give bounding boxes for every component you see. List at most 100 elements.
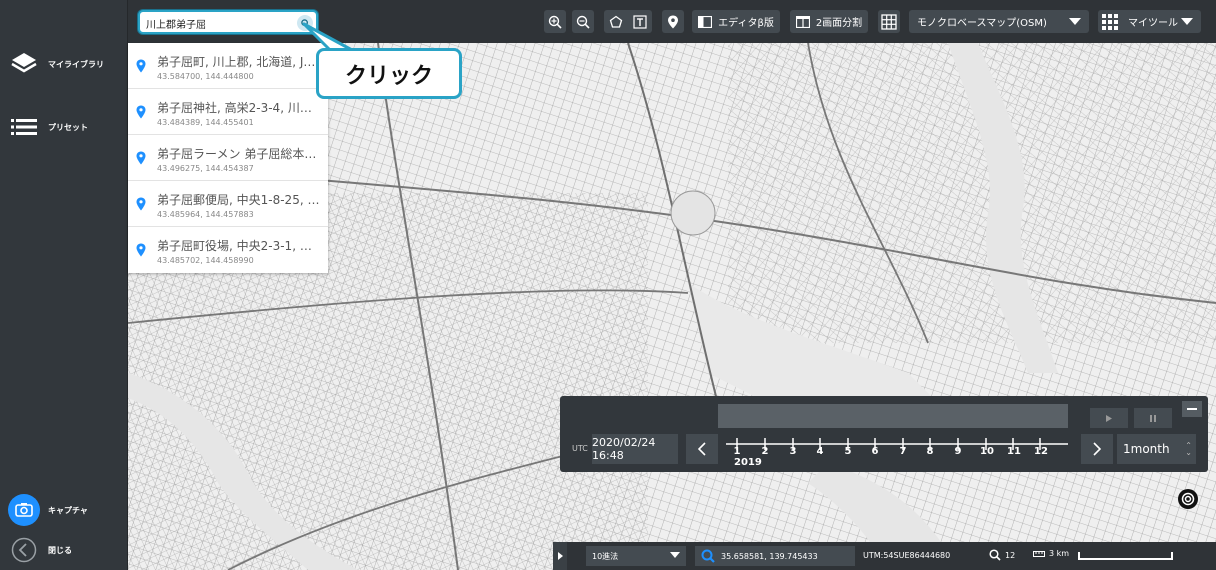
- text-icon: [633, 14, 647, 29]
- spinner-arrows-icon: ⌃ ⌄: [1185, 441, 1192, 457]
- result-coordinates: 43.485964, 144.457883: [157, 210, 254, 219]
- compass-icon: [1181, 492, 1195, 506]
- month-label: 7: [899, 446, 907, 457]
- search-result-item[interactable]: 弟子屈ラーメン 弟子屈総本… 43.496275, 144.454387: [128, 135, 328, 181]
- search-result-item[interactable]: 弟子屈町役場, 中央2-3-1, … 43.485702, 144.458990: [128, 227, 328, 273]
- map-pin-icon: [668, 15, 678, 28]
- map-pin-icon: [136, 151, 146, 165]
- zoom-level: 12: [989, 549, 1015, 561]
- left-sidebar: マイライブラリ プリセット キャプチャ 閉じる: [0, 0, 128, 570]
- minimize-button[interactable]: [1182, 401, 1202, 417]
- split-screen-button[interactable]: 2画面分割: [790, 10, 868, 33]
- search-result-item[interactable]: 弟子屈神社, 高栄2-3-4, 川… 43.484389, 144.455401: [128, 89, 328, 135]
- search-icon: [701, 549, 715, 563]
- sidebar-item-label: プリセット: [48, 122, 88, 132]
- zoom-icon: [989, 549, 1001, 561]
- zoom-out-icon: [576, 15, 590, 29]
- utc-label: UTC: [572, 444, 588, 453]
- coord-format-select[interactable]: 10進法: [586, 546, 686, 566]
- chevron-right-icon: [1093, 442, 1101, 456]
- month-label: 3: [789, 446, 797, 457]
- coord-format-value: 10進法: [592, 551, 619, 561]
- pause-icon: [1150, 414, 1156, 422]
- split-screen-label: 2画面分割: [815, 18, 863, 29]
- coordinate-search[interactable]: 35.658581, 139.745433: [695, 546, 855, 566]
- month-label: 5: [844, 446, 852, 457]
- chevron-left-icon: [698, 442, 706, 456]
- draw-tools-button[interactable]: [604, 10, 652, 33]
- play-button[interactable]: [1090, 408, 1128, 428]
- caret-down-icon: [1181, 18, 1193, 25]
- play-icon: [1106, 414, 1112, 422]
- apps-grid-icon: [1102, 13, 1118, 30]
- statusbar-toggle[interactable]: [553, 542, 567, 570]
- status-bar: 10進法 35.658581, 139.745433 UTM:54SUE8644…: [553, 542, 1216, 570]
- month-label: 12: [1034, 446, 1048, 457]
- map-pin-icon: [136, 105, 146, 119]
- result-name: 弟子屈郵便局, 中央1-8-25, …: [157, 193, 320, 207]
- period-select[interactable]: 1month ⌃ ⌄: [1117, 434, 1196, 464]
- search-result-item[interactable]: 弟子屈町, 川上郡, 北海道, J… 43.584700, 144.444800: [128, 43, 328, 89]
- caret-down-icon: [670, 552, 680, 558]
- month-label: 1: [733, 446, 741, 457]
- coordinates-value: 35.658581, 139.745433: [721, 551, 818, 561]
- datetime-display[interactable]: 2020/02/24 16:48: [592, 434, 678, 464]
- result-coordinates: 43.485702, 144.458990: [157, 256, 254, 265]
- datetime-text: 2020/02/24 16:48: [592, 436, 656, 462]
- sidebar-item-preset[interactable]: プリセット: [0, 107, 128, 147]
- month-label: 8: [926, 446, 934, 457]
- grid-button[interactable]: [878, 10, 900, 33]
- result-coordinates: 43.496275, 144.454387: [157, 164, 254, 173]
- map-pin-icon: [136, 243, 146, 257]
- camera-icon: [0, 494, 48, 526]
- timeline-range-bar[interactable]: [718, 404, 1068, 428]
- chevron-left-icon: [0, 537, 48, 563]
- editor-button[interactable]: エディタβ版: [692, 10, 780, 33]
- minus-icon: [1187, 407, 1197, 410]
- grid-icon: [881, 13, 897, 30]
- compass-button[interactable]: [1178, 489, 1198, 509]
- result-coordinates: 43.584700, 144.444800: [157, 72, 254, 81]
- timeline-prev-button[interactable]: [686, 434, 718, 464]
- scale-bar: [1078, 552, 1173, 560]
- editor-icon: [698, 15, 713, 28]
- sidebar-item-label: マイライブラリ: [48, 59, 104, 69]
- search-input[interactable]: [146, 15, 294, 31]
- sidebar-item-capture[interactable]: キャプチャ: [0, 490, 128, 530]
- year-label: 2019: [734, 457, 762, 468]
- basemap-select[interactable]: モノクロベースマップ(OSM): [909, 10, 1089, 33]
- sidebar-item-close[interactable]: 閉じる: [0, 530, 128, 570]
- map-pin-icon: [136, 197, 146, 211]
- scale-indicator: 3 km: [1033, 549, 1069, 558]
- mytools-button[interactable]: マイツール: [1098, 10, 1201, 33]
- zoom-in-button[interactable]: [544, 10, 566, 33]
- pause-button[interactable]: [1134, 408, 1172, 428]
- month-label: 4: [816, 446, 824, 457]
- layers-icon: [0, 52, 48, 76]
- search-results: 弟子屈町, 川上郡, 北海道, J… 43.584700, 144.444800…: [128, 43, 328, 273]
- utm-value: UTM:54SUE86444680: [863, 551, 951, 560]
- scale-value: 3 km: [1049, 549, 1070, 558]
- map-pin-icon: [136, 59, 146, 73]
- month-label: 9: [954, 446, 962, 457]
- mytools-label: マイツール: [1128, 18, 1178, 29]
- callout-text: クリック: [344, 63, 433, 89]
- marker-button[interactable]: [662, 10, 684, 33]
- result-name: 弟子屈町役場, 中央2-3-1, …: [157, 239, 312, 253]
- sidebar-item-label: キャプチャ: [48, 505, 88, 515]
- period-value: 1month: [1123, 442, 1170, 456]
- search-box: [138, 10, 318, 34]
- sidebar-item-label: 閉じる: [48, 545, 72, 555]
- sidebar-item-library[interactable]: マイライブラリ: [0, 44, 128, 84]
- timeline-next-button[interactable]: [1081, 434, 1113, 464]
- caret-down-icon: [1069, 18, 1081, 25]
- month-label: 2: [761, 446, 769, 457]
- result-coordinates: 43.484389, 144.455401: [157, 118, 254, 127]
- month-label: 10: [980, 446, 994, 457]
- zoom-out-button[interactable]: [572, 10, 594, 33]
- month-label: 11: [1007, 446, 1021, 457]
- month-label: 6: [871, 446, 879, 457]
- search-result-item[interactable]: 弟子屈郵便局, 中央1-8-25, … 43.485964, 144.45788…: [128, 181, 328, 227]
- click-callout: クリック: [316, 48, 462, 99]
- basemap-label: モノクロベースマップ(OSM): [917, 18, 1047, 29]
